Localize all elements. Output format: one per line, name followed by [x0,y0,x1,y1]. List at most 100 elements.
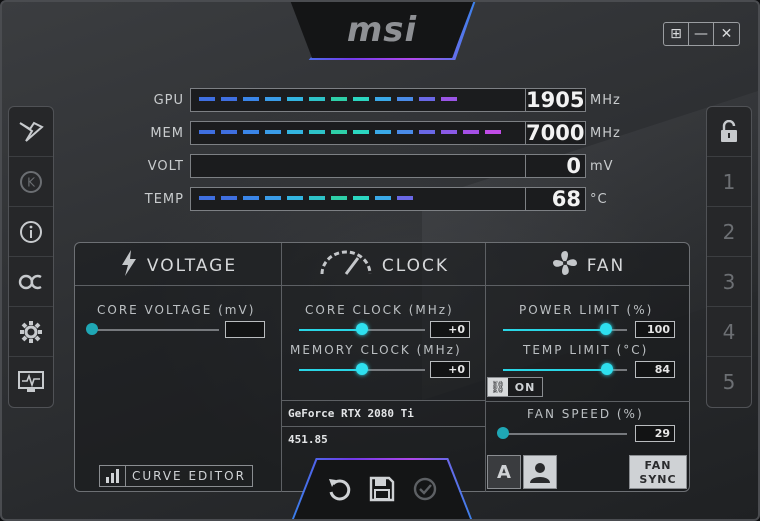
core-clock-fill [299,329,362,331]
lock-icon[interactable] [707,107,751,157]
bar-segment [221,130,237,134]
volt-monitor-row: VOLT 0 mV [112,153,632,179]
core-voltage-input[interactable] [225,321,265,338]
oc-scanner-icon[interactable] [9,257,53,307]
apply-icon[interactable] [410,474,440,504]
bar-segment [265,196,281,200]
volt-unit: mV [590,158,614,174]
core-clock-input[interactable]: +0 [430,321,470,338]
profile-2-button[interactable]: 2 [707,207,751,257]
fan-sync-button[interactable]: FAN SYNC [629,455,687,489]
bar-segment [265,130,281,134]
temp-monitor-row: TEMP 68 °C [112,186,632,212]
memory-clock-knob[interactable] [356,363,368,375]
link-toggle-label: ON [514,380,536,394]
profile-3-button[interactable]: 3 [707,257,751,307]
temp-label: TEMP [144,191,184,207]
speedometer-icon [318,250,374,282]
bar-segment [309,130,325,134]
right-sidebar: 1 2 3 4 5 [706,106,752,408]
bar-segment [419,97,435,101]
bar-segment [331,97,347,101]
control-panel: VOLTAGE CORE VOLTAGE (mV) CURVE EDITOR C… [74,242,690,492]
bar-segment [419,130,435,134]
bar-segment [463,130,479,134]
temp-limit-knob[interactable] [601,363,614,375]
voltage-title: VOLTAGE [146,256,238,276]
lightning-icon [119,249,139,283]
svg-text:K: K [27,175,36,189]
bar-segment [397,130,413,134]
mem-monitor-row: MEM 7000 MHz [112,120,632,146]
mem-bar [190,121,526,145]
bar-segment [375,196,391,200]
monitor-icon[interactable] [9,357,53,407]
temp-limit-fill [503,369,608,371]
core-voltage-slider[interactable] [93,329,219,331]
driver-version: 451.85 [282,426,485,452]
settings-icon[interactable] [9,307,53,357]
core-clock-knob[interactable] [356,323,368,335]
bar-segment [441,97,457,101]
fan-sync-line2: SYNC [639,473,677,486]
fan-title: FAN [586,256,626,276]
gpu-monitor-row: GPU 1905 MHz [112,87,632,113]
curve-editor-label: CURVE EDITOR [132,469,246,483]
bar-segment [221,196,237,200]
bar-segment [353,97,369,101]
k-icon[interactable]: K [9,157,53,207]
power-limit-fill [503,329,606,331]
bar-segment [243,97,259,101]
fan-header: FAN [486,247,690,285]
power-limit-knob[interactable] [599,323,612,335]
profile-4-button[interactable]: 4 [707,307,751,357]
reset-icon[interactable] [324,474,354,504]
bar-chart-icon [100,466,126,486]
curve-editor-button[interactable]: CURVE EDITOR [99,465,253,487]
mem-label: MEM [150,125,184,141]
link-toggle-button[interactable]: ⛓ ON [487,377,543,397]
volt-value: 0 [526,154,586,178]
gpu-label: GPU [153,92,184,108]
minimize-button[interactable]: — [689,23,714,45]
bar-segment [243,196,259,200]
bar-segment [309,196,325,200]
bar-segment [199,130,215,134]
memory-clock-input[interactable]: +0 [430,361,470,378]
gpu-bar [190,88,526,112]
bar-segment [309,97,325,101]
msi-dragon-icon[interactable] [9,107,53,157]
bar-segment [353,130,369,134]
profile-1-button[interactable]: 1 [707,157,751,207]
fan-sync-line1: FAN [644,459,672,472]
temp-bar [190,187,526,211]
fan-speed-slider[interactable] [503,433,627,435]
close-button[interactable]: ✕ [714,23,739,45]
fan-divider [486,401,690,402]
profile-5-button[interactable]: 5 [707,357,751,407]
bar-segment [243,130,259,134]
volt-bar [190,154,526,178]
auto-fan-button[interactable]: A [487,455,521,489]
core-voltage-knob[interactable] [86,323,98,335]
power-limit-input[interactable]: 100 [635,321,675,338]
memory-clock-label: MEMORY CLOCK (MHz) [290,343,462,357]
temp-unit: °C [590,191,608,207]
user-fan-button[interactable] [523,455,557,489]
user-icon [530,463,550,483]
clock-header: CLOCK [282,247,485,285]
fan-speed-input[interactable]: 29 [635,425,675,442]
save-icon[interactable] [367,474,397,504]
power-limit-label: POWER LIMIT (%) [519,303,654,317]
windows-icon[interactable]: ⊞ [664,23,689,45]
msi-logo: msi [346,10,418,50]
temp-limit-input[interactable]: 84 [635,361,675,378]
info-icon[interactable] [9,207,53,257]
bar-segment [441,130,457,134]
bar-segment [287,130,303,134]
mem-value: 7000 [526,121,586,145]
afterburner-window: msi ⊞ — ✕ K 1 2 3 4 5 GPU 1905 MHz MEM 7… [0,0,760,521]
fan-speed-knob[interactable] [497,427,509,439]
bar-segment [485,130,501,134]
temp-value: 68 [526,187,586,211]
